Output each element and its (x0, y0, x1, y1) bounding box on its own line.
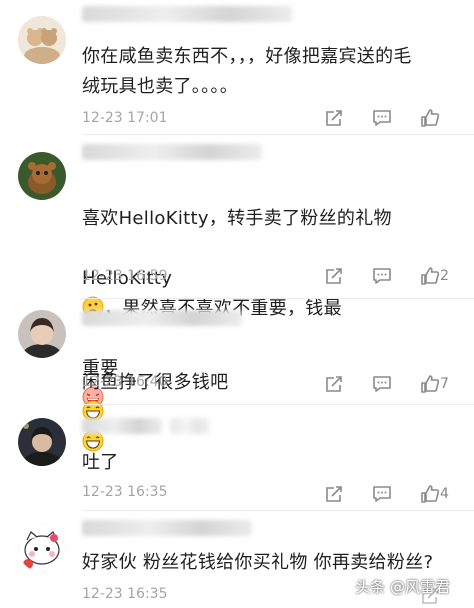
like-count: 4 (440, 486, 449, 502)
comment-time: 12-23 16:59 (82, 268, 168, 284)
avatar[interactable] (18, 524, 66, 572)
comment-text: 吐了 (82, 452, 119, 473)
like-icon (421, 267, 440, 285)
comment-time: 12-23 16:35 (82, 586, 168, 602)
comment-icon (373, 268, 391, 284)
like-count: 2 (440, 268, 449, 284)
comment-text: 好家伙 粉丝花钱给你买礼物 你再卖给粉丝? (82, 552, 434, 573)
forward-icon (326, 110, 342, 126)
username[interactable] (82, 6, 292, 22)
divider (82, 510, 474, 511)
comment-item: 你在咸鱼卖东西不，，，好像把嘉宾送的毛 绒玩具也卖了。。。。 12-23 17:… (0, 0, 474, 132)
comment-icon (373, 486, 391, 502)
avatar[interactable] (18, 16, 66, 64)
forward-button[interactable] (310, 264, 358, 288)
username[interactable] (82, 520, 252, 536)
avatar[interactable] (18, 152, 66, 200)
comment-text: 你在咸鱼卖东西不，，，好像把嘉宾送的毛 绒玩具也卖了。。。。 (82, 46, 412, 97)
like-button[interactable]: 2 (406, 264, 454, 288)
username[interactable] (82, 418, 162, 434)
forward-button[interactable] (310, 372, 358, 396)
comment-actions (310, 106, 454, 130)
comment-button[interactable] (358, 106, 406, 130)
like-icon (421, 485, 440, 503)
comment-item: 闲鱼挣了很多钱吧 12-23 16:40 7 (0, 302, 474, 452)
comment-icon (373, 376, 391, 392)
avatar[interactable] (18, 310, 66, 358)
divider (82, 134, 474, 135)
forward-icon (326, 486, 342, 502)
comment-button[interactable] (358, 372, 406, 396)
forward-button[interactable] (310, 106, 358, 130)
forward-icon (326, 376, 342, 392)
like-count: 7 (440, 376, 449, 392)
avatar[interactable] (18, 418, 66, 466)
comment-actions: 7 (310, 372, 454, 396)
comment-actions: 4 (310, 482, 454, 506)
comment-time: 12-23 17:01 (82, 110, 168, 126)
forward-button[interactable] (310, 482, 358, 506)
comment-item: 喜欢HelloKitty，转手卖了粉丝的礼物 HelloKitty ，果然喜不喜… (0, 140, 474, 408)
like-button[interactable] (406, 106, 454, 130)
comment-item: 吐了 12-23 16:35 4 (0, 410, 474, 510)
comment-actions: 2 (310, 264, 454, 288)
comment-button[interactable] (358, 264, 406, 288)
comment-time: 12-23 16:40 (82, 374, 168, 390)
divider (82, 404, 474, 405)
forward-icon (326, 268, 342, 284)
like-icon (421, 109, 440, 127)
username[interactable] (82, 144, 262, 160)
comment-time: 12-23 16:35 (82, 484, 168, 500)
like-button[interactable]: 7 (406, 372, 454, 396)
username (170, 418, 210, 434)
username[interactable] (82, 310, 242, 326)
watermark: 头条 @风雷君 (355, 578, 450, 596)
like-icon (421, 375, 440, 393)
comment-icon (373, 110, 391, 126)
comment-button[interactable] (358, 482, 406, 506)
like-button[interactable]: 4 (406, 482, 454, 506)
divider (82, 298, 474, 299)
